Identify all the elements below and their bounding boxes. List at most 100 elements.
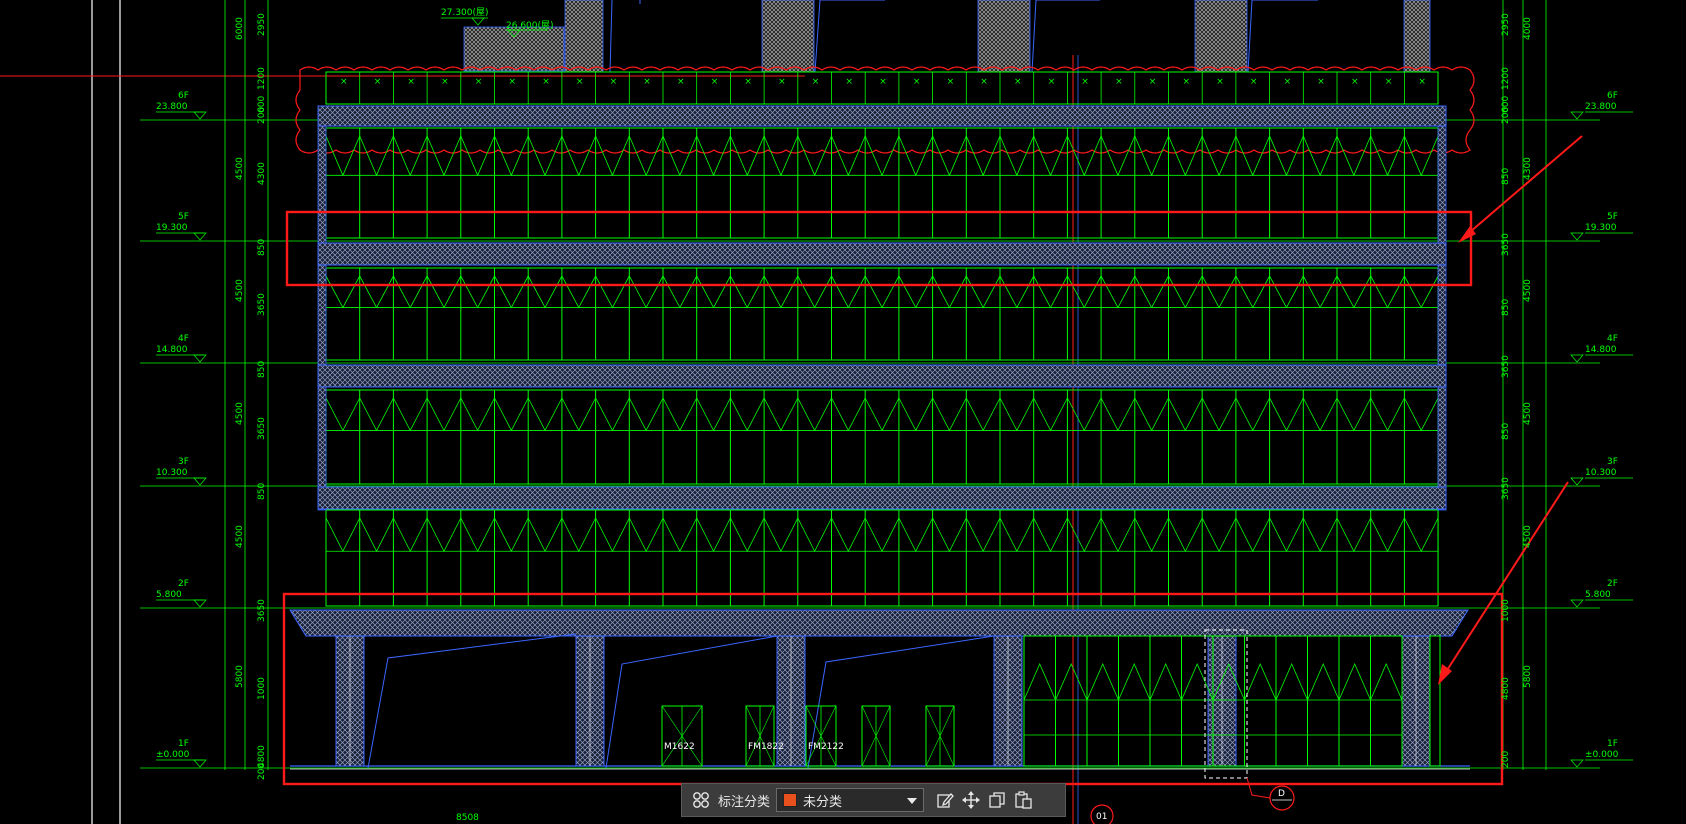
window-opening-mark xyxy=(965,135,1001,177)
window-opening-mark xyxy=(393,397,428,432)
window-opening-mark xyxy=(662,135,698,177)
dimension-text: 5800 xyxy=(235,665,245,688)
copy-icon[interactable] xyxy=(984,787,1010,813)
elevation-labels-right: 6F23.800 5F19.300 4F14.800 3F10.300 2F5.800 1… xyxy=(1570,91,1633,768)
floor-label: 5F xyxy=(178,212,189,222)
floor-label: 3F xyxy=(1607,457,1618,467)
dimension-text: 4500 xyxy=(235,402,245,425)
window-opening-mark xyxy=(561,397,596,432)
dimension-text: 4500 xyxy=(235,279,245,302)
window-opening-mark xyxy=(1269,135,1304,177)
move-icon[interactable] xyxy=(958,787,984,813)
window-opening-mark xyxy=(628,517,664,553)
parapet-mark: × xyxy=(1418,77,1426,87)
category-color-swatch xyxy=(783,793,798,807)
window-opening-mark xyxy=(1067,517,1102,553)
dimension-text: 200 xyxy=(1501,751,1511,768)
elevation-value: 19.300 xyxy=(156,223,188,233)
window-opening-mark xyxy=(426,397,462,432)
elevation-triangle xyxy=(1570,111,1584,120)
window-opening-mark xyxy=(763,135,799,177)
window-opening-mark xyxy=(561,517,596,553)
window-opening-mark xyxy=(965,275,1001,309)
door-swing xyxy=(875,705,891,767)
window-opening-mark xyxy=(628,397,664,432)
svg-text:D: D xyxy=(1278,789,1285,799)
window-opening-mark xyxy=(494,397,529,432)
window-opening-mark xyxy=(325,397,361,432)
window-opening-mark xyxy=(1067,275,1102,309)
window-opening-mark xyxy=(1370,397,1405,432)
annotation-category-dropdown[interactable]: 未分类 xyxy=(776,788,925,812)
window-opening-mark xyxy=(1404,517,1439,553)
floor-slab xyxy=(317,486,1447,510)
elevation-triangle xyxy=(1570,599,1584,608)
paste-icon[interactable] xyxy=(1010,787,1036,813)
window-opening-mark xyxy=(595,517,630,553)
window-opening-mark xyxy=(797,517,832,553)
dimension-text: 850 xyxy=(1501,168,1511,185)
red-arrow-upper xyxy=(1458,135,1583,243)
window-opening-mark xyxy=(1235,135,1270,177)
window-opening-mark xyxy=(460,275,495,309)
window-opening-mark xyxy=(932,517,967,553)
parapet-mark: × xyxy=(1183,77,1191,87)
window-opening-mark xyxy=(1055,663,1088,701)
elevation-value: 10.300 xyxy=(156,468,188,478)
edit-icon[interactable] xyxy=(932,787,958,813)
window-opening-mark xyxy=(864,397,900,432)
dimension-text: 3650 xyxy=(1501,477,1511,500)
window-opening-mark xyxy=(864,275,900,309)
door-swing xyxy=(759,705,775,767)
floor-label: 4F xyxy=(178,334,189,344)
window-opening-mark xyxy=(426,275,462,309)
dimension-text: 3650 xyxy=(1501,355,1511,378)
window-opening-mark xyxy=(1168,275,1203,309)
parapet-mark: × xyxy=(980,77,988,87)
parapet-mark: × xyxy=(1216,77,1224,87)
dimension-text: 1200 xyxy=(257,67,267,90)
elevation-value: 14.800 xyxy=(1585,345,1617,355)
door-swing xyxy=(925,705,941,767)
canopy-slab xyxy=(289,609,1469,637)
cad-drawing-canvas[interactable]: × × × × × × × × × × × × × × × × × × × × × × × × × × × × × × × × × M1622 F… xyxy=(0,0,1686,824)
elevation-triangle xyxy=(193,477,207,486)
elevation-triangle xyxy=(193,232,207,241)
window-opening-mark xyxy=(1168,397,1203,432)
parapet-mark: × xyxy=(1385,77,1393,87)
window-opening-mark xyxy=(1201,275,1237,309)
floor-label: 3F xyxy=(178,457,189,467)
floor-label: 1F xyxy=(178,739,189,749)
window-opening-mark xyxy=(1201,135,1237,177)
dimension-text: 200 xyxy=(257,107,267,124)
window-opening-mark xyxy=(1336,397,1372,432)
parapet-mark: × xyxy=(1284,77,1292,87)
dimension-text: 6000 xyxy=(235,17,245,40)
elevation-triangle xyxy=(193,354,207,363)
curtain-wall-bay xyxy=(325,267,1439,361)
window-opening-mark xyxy=(325,135,361,177)
parapet-mark: × xyxy=(509,77,517,87)
window-opening-mark xyxy=(527,397,563,432)
window-opening-mark xyxy=(1100,517,1136,553)
parapet-mark: × xyxy=(846,77,854,87)
window-opening-mark xyxy=(494,275,529,309)
floor-label: 4F xyxy=(1607,334,1618,344)
parapet-mark: × xyxy=(1351,77,1359,87)
elevation-value: 23.800 xyxy=(156,102,188,112)
dimension-text: 2950 xyxy=(1501,13,1511,36)
svg-text:01: 01 xyxy=(1096,812,1107,822)
elevation-value: 5.800 xyxy=(156,590,182,600)
parapet-mark: × xyxy=(1115,77,1123,87)
window-opening-mark xyxy=(1302,275,1338,309)
chevron-down-icon xyxy=(907,793,918,808)
grid-icon[interactable] xyxy=(688,787,714,813)
dimension-text: 200 xyxy=(1501,107,1511,124)
window-opening-mark xyxy=(864,517,900,553)
window-opening-mark xyxy=(1134,275,1169,309)
dimension-text: 4800 xyxy=(1501,677,1511,700)
window-opening-mark xyxy=(460,397,495,432)
window-opening-mark xyxy=(1100,135,1136,177)
window-opening-mark xyxy=(359,517,394,553)
roof-level-label: 27.300(屋) xyxy=(441,7,489,18)
